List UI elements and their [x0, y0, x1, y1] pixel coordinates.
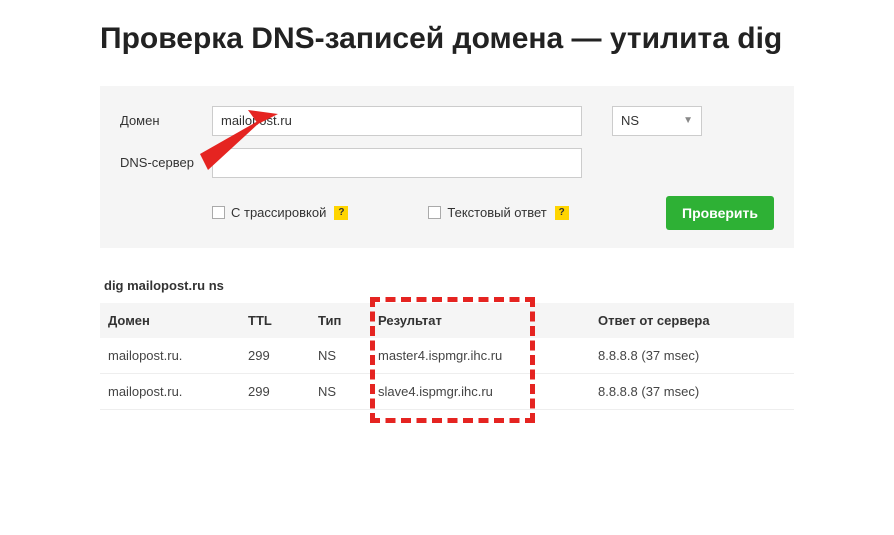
- results-table: Домен TTL Тип Результат Ответ от сервера…: [100, 303, 794, 410]
- record-type-value: NS: [621, 113, 639, 128]
- th-domain: Домен: [100, 303, 240, 338]
- th-ttl: TTL: [240, 303, 310, 338]
- table-row: mailopost.ru. 299 NS master4.ispmgr.ihc.…: [100, 338, 794, 374]
- text-answer-checkbox[interactable]: [428, 206, 441, 219]
- cell-ttl: 299: [240, 338, 310, 374]
- page-title: Проверка DNS-записей домена — утилита di…: [100, 20, 794, 58]
- domain-input[interactable]: [212, 106, 582, 136]
- cell-server: 8.8.8.8 (37 msec): [590, 338, 794, 374]
- th-type: Тип: [310, 303, 370, 338]
- cell-domain: mailopost.ru.: [100, 373, 240, 409]
- submit-button[interactable]: Проверить: [666, 196, 774, 230]
- dns-server-input[interactable]: [212, 148, 582, 178]
- chevron-down-icon: ▼: [683, 115, 693, 126]
- cell-domain: mailopost.ru.: [100, 338, 240, 374]
- record-type-select[interactable]: NS ▼: [612, 106, 702, 136]
- cell-result: master4.ispmgr.ihc.ru: [370, 338, 590, 374]
- text-answer-label: Текстовый ответ: [447, 205, 546, 220]
- text-answer-checkbox-group[interactable]: Текстовый ответ ?: [428, 205, 568, 220]
- cell-ttl: 299: [240, 373, 310, 409]
- results-table-wrap: Домен TTL Тип Результат Ответ от сервера…: [100, 303, 794, 410]
- dig-command-line: dig mailopost.ru ns: [100, 278, 794, 293]
- cell-type: NS: [310, 373, 370, 409]
- dns-server-label: DNS-сервер: [120, 155, 200, 170]
- help-icon[interactable]: ?: [555, 206, 569, 220]
- domain-label: Домен: [120, 113, 200, 128]
- cell-result: slave4.ispmgr.ihc.ru: [370, 373, 590, 409]
- query-form-panel: Домен NS ▼ DNS-сервер С трассировкой ? Т…: [100, 86, 794, 248]
- trace-checkbox-group[interactable]: С трассировкой ?: [212, 205, 348, 220]
- th-server: Ответ от сервера: [590, 303, 794, 338]
- table-row: mailopost.ru. 299 NS slave4.ispmgr.ihc.r…: [100, 373, 794, 409]
- cell-server: 8.8.8.8 (37 msec): [590, 373, 794, 409]
- trace-checkbox[interactable]: [212, 206, 225, 219]
- th-result: Результат: [370, 303, 590, 338]
- trace-label: С трассировкой: [231, 205, 326, 220]
- help-icon[interactable]: ?: [334, 206, 348, 220]
- cell-type: NS: [310, 338, 370, 374]
